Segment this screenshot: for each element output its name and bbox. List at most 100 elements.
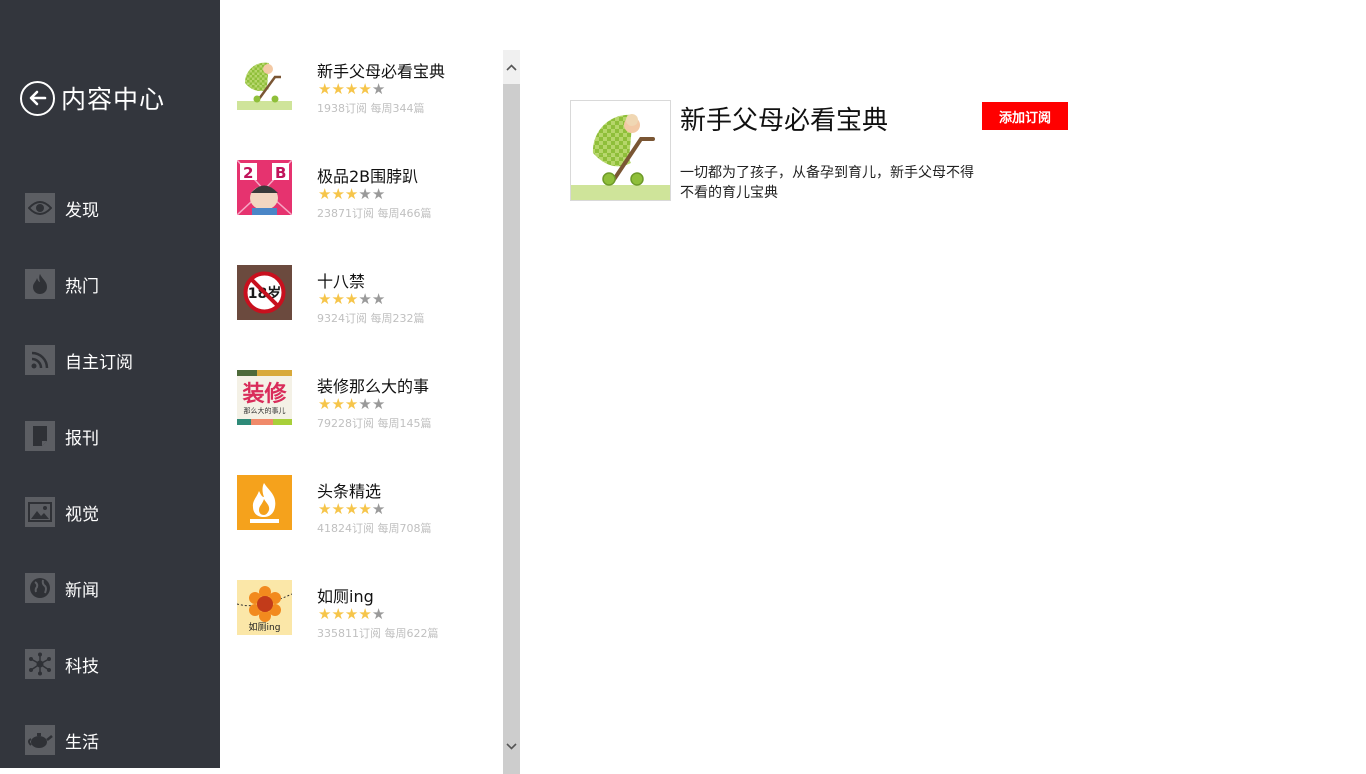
list-item-meta: 1938订阅 每周344篇 bbox=[317, 102, 425, 115]
no-18-icon: 18岁 bbox=[237, 265, 292, 320]
scroll-thumb[interactable] bbox=[503, 84, 520, 774]
chevron-up-icon bbox=[506, 63, 517, 71]
star-filled-icon: ★ bbox=[344, 80, 359, 98]
sidebar-item-label: 新闻 bbox=[65, 580, 99, 601]
star-empty-icon: ★ bbox=[371, 80, 386, 98]
star-empty-icon: ★ bbox=[358, 290, 372, 308]
rss-icon bbox=[25, 345, 55, 375]
star-filled-icon: ★ bbox=[358, 605, 372, 623]
sidebar-item-discover[interactable]: 发现 bbox=[25, 193, 99, 223]
star-filled-icon: ★ bbox=[318, 605, 332, 623]
star-empty-icon: ★ bbox=[371, 185, 386, 203]
rating-stars: ★★★★★ bbox=[318, 81, 385, 97]
fire-icon bbox=[237, 475, 292, 530]
sidebar-item-label: 热门 bbox=[65, 276, 99, 297]
detail-description: 一切都为了孩子，从备孕到育儿，新手父母不得不看的育儿宝典 bbox=[680, 165, 974, 201]
sidebar-item-label: 生活 bbox=[65, 732, 99, 753]
list-scrollbar[interactable] bbox=[503, 50, 520, 774]
list-item-title: 装修那么大的事 bbox=[317, 377, 430, 396]
list-item-meta: 23871订阅 每周466篇 bbox=[317, 207, 432, 220]
list-item-meta: 335811订阅 每周622篇 bbox=[317, 627, 439, 640]
renovation-icon: 装修 那么大的事儿 bbox=[237, 370, 292, 425]
sidebar-item-label: 自主订阅 bbox=[65, 352, 133, 373]
sidebar-item-label: 报刊 bbox=[65, 428, 99, 449]
baby-stroller-icon bbox=[571, 101, 670, 200]
sidebar-item-subscribe[interactable]: 自主订阅 bbox=[25, 345, 133, 375]
sidebar-item-label: 发现 bbox=[65, 200, 99, 221]
star-filled-icon: ★ bbox=[344, 500, 359, 518]
list-item[interactable]: 18岁 十八禁 ★★★★★ 9324订阅 每周232篇 bbox=[237, 265, 507, 325]
svg-text:2: 2 bbox=[243, 164, 253, 182]
star-filled-icon: ★ bbox=[331, 395, 345, 413]
globe-icon bbox=[25, 573, 55, 603]
sidebar-item-news[interactable]: 新闻 bbox=[25, 573, 99, 603]
rating-stars: ★★★★★ bbox=[318, 396, 385, 412]
list-item[interactable]: 新手父母必看宝典 ★★★★★ 1938订阅 每周344篇 bbox=[237, 55, 507, 115]
list-item-title: 如厕ing bbox=[317, 587, 374, 606]
list-item[interactable]: 装修 那么大的事儿 装修那么大的事 ★★★★★ 79228订阅 每周145篇 bbox=[237, 370, 507, 430]
star-filled-icon: ★ bbox=[318, 500, 332, 518]
baby-stroller-icon bbox=[237, 55, 292, 110]
star-empty-icon: ★ bbox=[371, 500, 386, 518]
sidebar-title: 内容中心 bbox=[61, 85, 166, 114]
star-filled-icon: ★ bbox=[344, 290, 359, 308]
sidebar-item-life[interactable]: 生活 bbox=[25, 725, 99, 755]
detail-thumbnail bbox=[570, 100, 671, 201]
list-item-meta: 9324订阅 每周232篇 bbox=[317, 312, 425, 325]
image-icon bbox=[25, 497, 55, 527]
sidebar: 内容中心 发现 热门 自主订阅 报刊 视觉 新闻 科技 生活 bbox=[0, 0, 220, 768]
add-subscription-button[interactable]: 添加订阅 bbox=[982, 102, 1068, 130]
sidebar-item-visual[interactable]: 视觉 bbox=[25, 497, 99, 527]
star-filled-icon: ★ bbox=[318, 80, 332, 98]
star-filled-icon: ★ bbox=[358, 500, 372, 518]
star-filled-icon: ★ bbox=[318, 395, 332, 413]
network-icon bbox=[25, 649, 55, 679]
sidebar-item-hot[interactable]: 热门 bbox=[25, 269, 99, 299]
star-filled-icon: ★ bbox=[344, 185, 359, 203]
star-empty-icon: ★ bbox=[358, 395, 372, 413]
eye-icon bbox=[25, 193, 55, 223]
list-item[interactable]: 头条精选 ★★★★★ 41824订阅 每周708篇 bbox=[237, 475, 507, 535]
list-item-title: 新手父母必看宝典 bbox=[317, 62, 446, 81]
svg-text:装修: 装修 bbox=[242, 381, 287, 407]
cartoon-2b-icon: 2 B bbox=[237, 160, 292, 215]
star-empty-icon: ★ bbox=[358, 185, 372, 203]
svg-text:B: B bbox=[275, 164, 286, 182]
rating-stars: ★★★★★ bbox=[318, 501, 385, 517]
rating-stars: ★★★★★ bbox=[318, 291, 385, 307]
arrow-left-circle-icon bbox=[29, 90, 46, 106]
rating-stars: ★★★★★ bbox=[318, 186, 385, 202]
star-filled-icon: ★ bbox=[331, 605, 345, 623]
scroll-down-button[interactable] bbox=[503, 724, 520, 768]
star-empty-icon: ★ bbox=[371, 290, 386, 308]
scroll-up-button[interactable] bbox=[503, 50, 520, 84]
list-item-title: 十八禁 bbox=[317, 272, 366, 291]
list-item[interactable]: 如厕ing 如厕ing ★★★★★ 335811订阅 每周622篇 bbox=[237, 580, 507, 640]
channel-list: 新手父母必看宝典 ★★★★★ 1938订阅 每周344篇 2 B 极品2B围脖趴… bbox=[220, 0, 520, 768]
list-item-title: 极品2B围脖趴 bbox=[317, 167, 419, 186]
sidebar-item-label: 科技 bbox=[65, 656, 99, 677]
svg-text:那么大的事儿: 那么大的事儿 bbox=[244, 406, 286, 415]
star-filled-icon: ★ bbox=[331, 185, 345, 203]
sidebar-item-newspapers[interactable]: 报刊 bbox=[25, 421, 99, 451]
star-filled-icon: ★ bbox=[318, 290, 332, 308]
star-filled-icon: ★ bbox=[358, 80, 372, 98]
flower-icon: 如厕ing bbox=[237, 580, 292, 635]
chevron-down-icon bbox=[506, 742, 517, 750]
star-filled-icon: ★ bbox=[344, 605, 359, 623]
sidebar-header: 内容中心 bbox=[20, 80, 165, 116]
star-filled-icon: ★ bbox=[318, 185, 332, 203]
svg-text:如厕ing: 如厕ing bbox=[249, 621, 281, 633]
back-button[interactable] bbox=[20, 80, 55, 116]
sidebar-item-tech[interactable]: 科技 bbox=[25, 649, 99, 679]
detail-title: 新手父母必看宝典 bbox=[680, 106, 889, 136]
list-item[interactable]: 2 B 极品2B围脖趴 ★★★★★ 23871订阅 每周466篇 bbox=[237, 160, 507, 220]
list-item-meta: 79228订阅 每周145篇 bbox=[317, 417, 432, 430]
star-filled-icon: ★ bbox=[331, 80, 345, 98]
star-empty-icon: ★ bbox=[371, 605, 386, 623]
sidebar-item-label: 视觉 bbox=[65, 504, 99, 525]
document-icon bbox=[25, 421, 55, 451]
teapot-icon bbox=[25, 725, 55, 755]
list-item-title: 头条精选 bbox=[317, 482, 382, 501]
list-item-meta: 41824订阅 每周708篇 bbox=[317, 522, 432, 535]
